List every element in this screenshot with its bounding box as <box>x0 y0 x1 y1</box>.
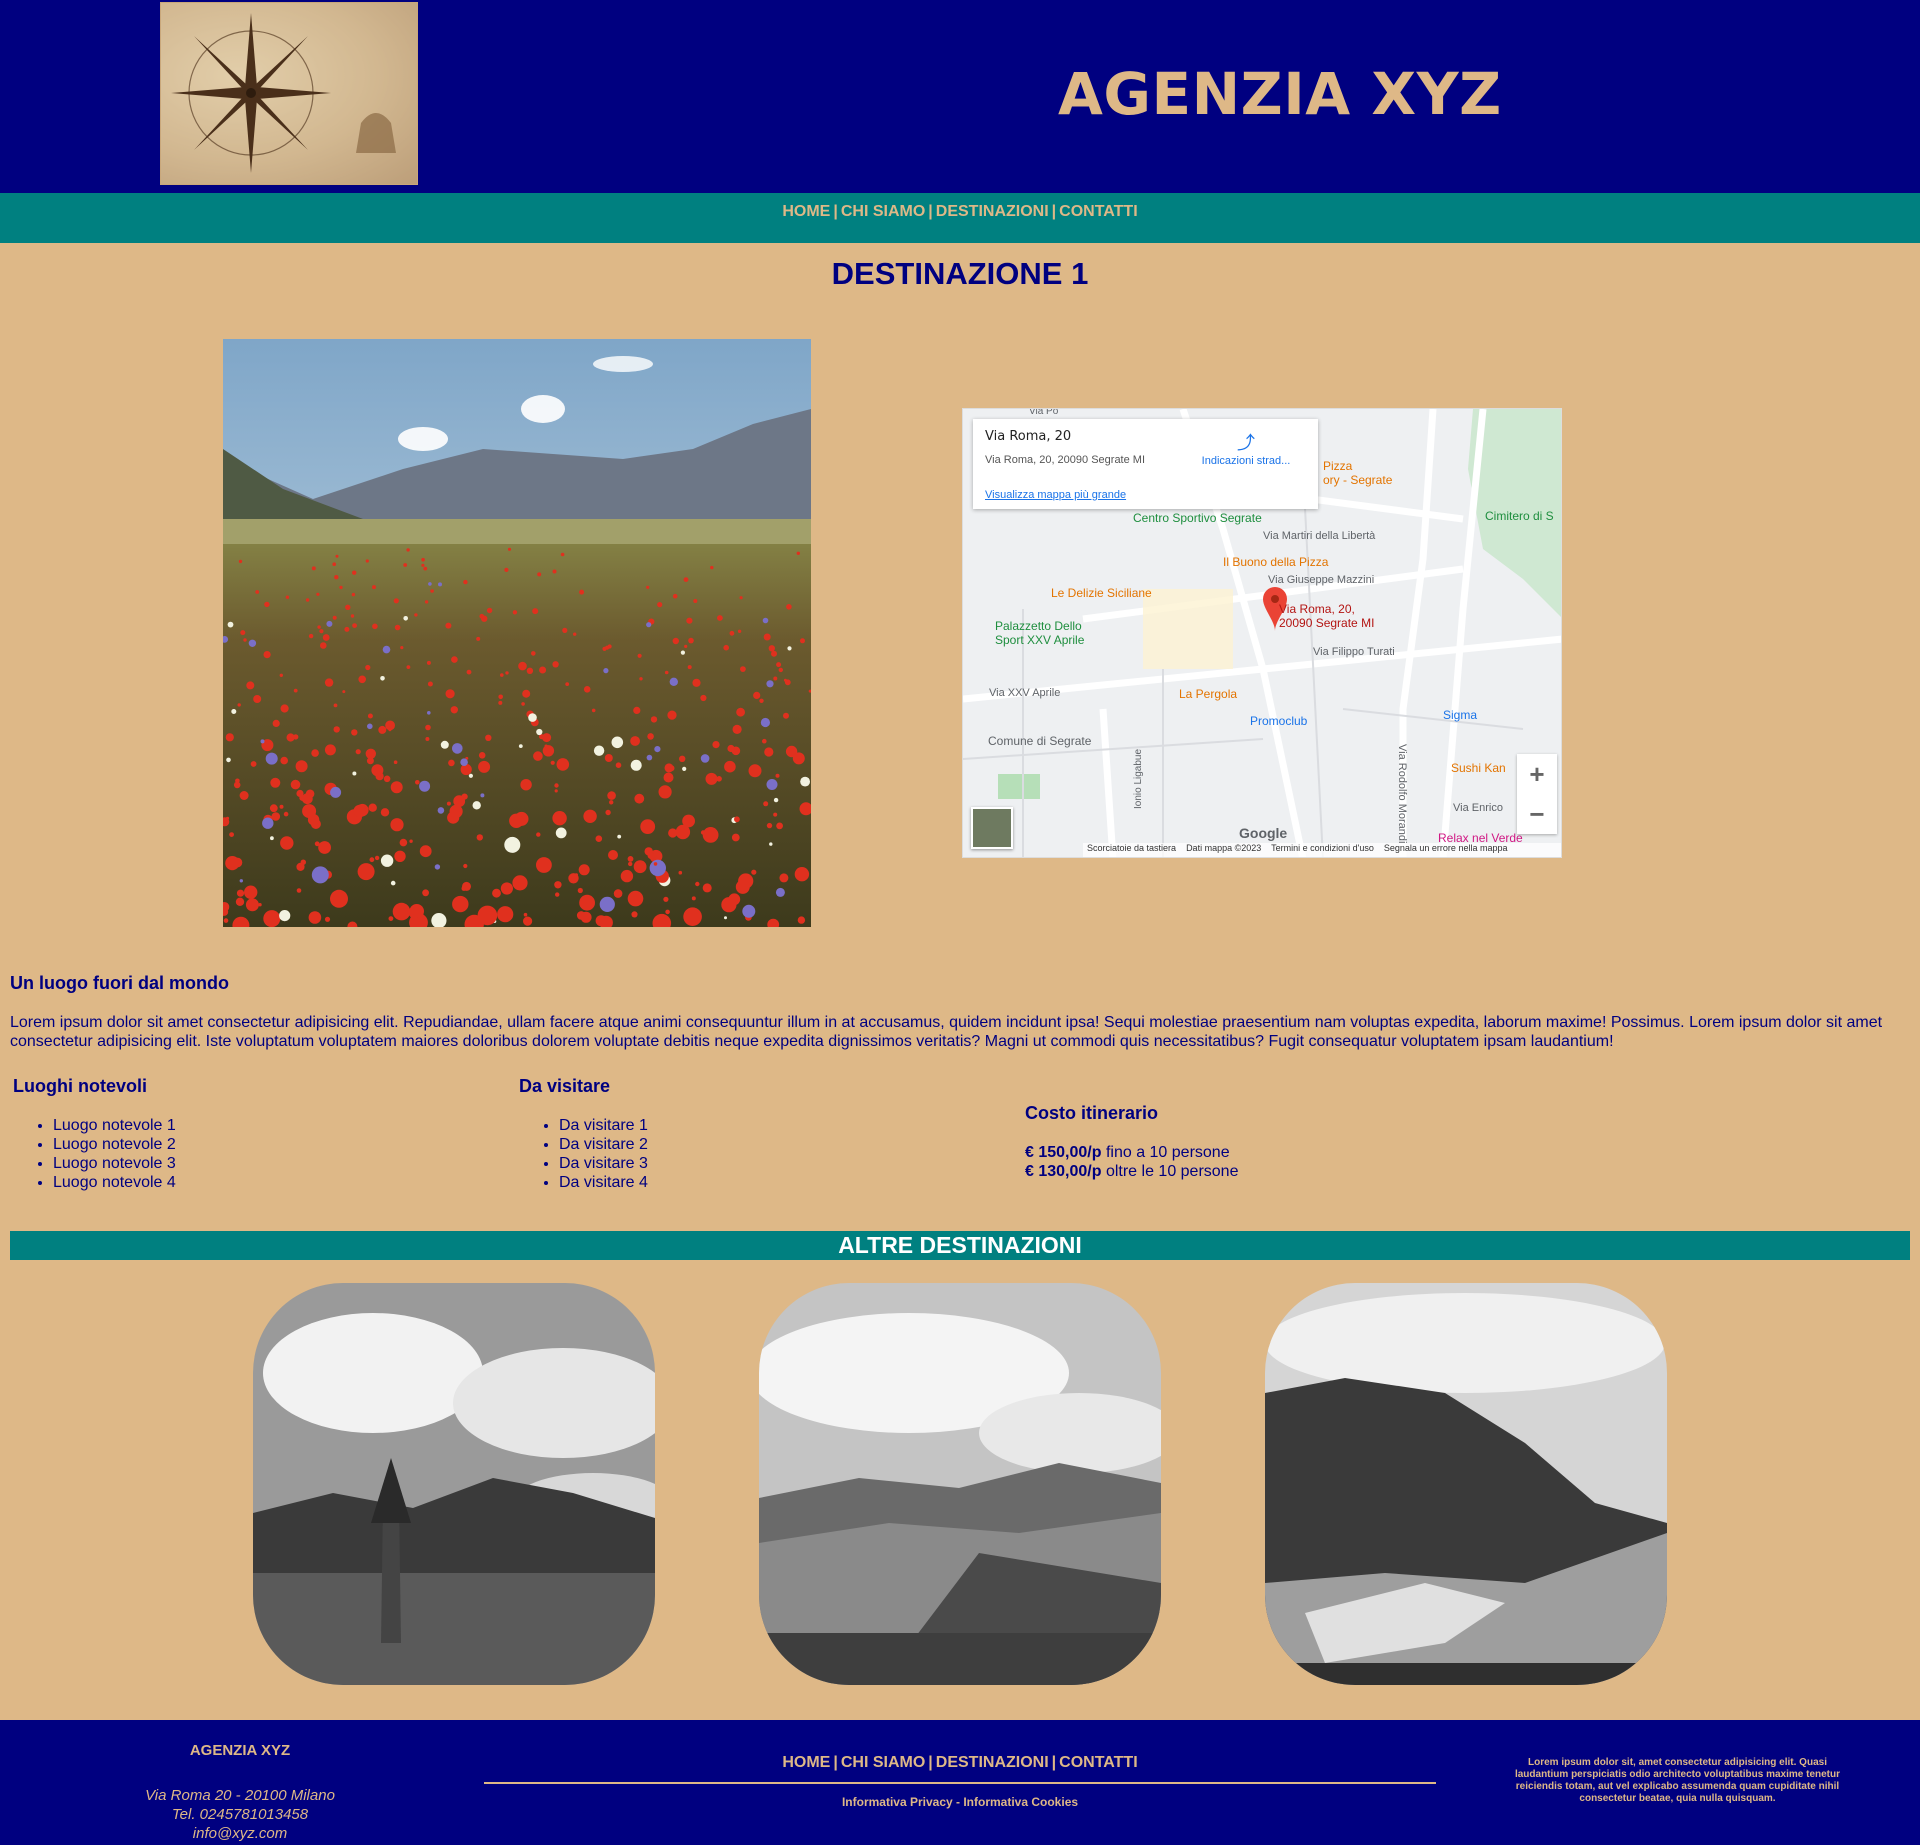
destination-photo <box>223 339 811 927</box>
nav-contatti[interactable]: CONTATTI <box>1059 203 1138 220</box>
map-label: Ionio Ligabue <box>1133 748 1144 809</box>
footer-blurb: Lorem ipsum dolor sit, amet consectetur … <box>1514 1757 1841 1804</box>
footer-email[interactable]: info@xyz.com <box>120 1824 360 1843</box>
altre-destinazioni-heading: ALTRE DESTINAZIONI <box>10 1231 1910 1260</box>
map-label: Promoclub <box>1250 714 1308 728</box>
map-label: Sigma <box>1443 708 1478 722</box>
map-label: Pizza <box>1323 459 1353 473</box>
list-item: Luogo notevole 1 <box>53 1116 176 1135</box>
site-footer: AGENZIA XYZ Via Roma 20 - 20100 Milano T… <box>0 1720 1920 1845</box>
map-label: Centro Sportivo Segrate <box>1133 511 1262 525</box>
map-label: Il Buono della Pizza <box>1223 555 1329 569</box>
map-footer-data: Dati mappa ©2023 <box>1186 843 1262 853</box>
bigger-map-link[interactable]: Visualizza mappa più grande <box>985 489 1126 501</box>
destination-thumb-1[interactable] <box>253 1283 655 1685</box>
price-1: € 150,00/p <box>1025 1144 1102 1161</box>
map-label: Via Martiri della Libertà <box>1263 530 1376 542</box>
google-logo: Google <box>1239 825 1288 841</box>
zoom-in-button[interactable]: + <box>1517 754 1557 794</box>
zoom-out-button[interactable]: − <box>1517 794 1557 834</box>
list-item: Da visitare 3 <box>559 1154 648 1173</box>
nav-home[interactable]: HOME <box>782 203 830 220</box>
costo-title: Costo itinerario <box>1025 1103 1159 1123</box>
map-zoom-controls: + − <box>1517 754 1557 834</box>
map-label: Via Enrico <box>1453 802 1503 814</box>
visitare-list: Da visitare 1 Da visitare 2 Da visitare … <box>516 1116 648 1192</box>
nav-destinazioni[interactable]: DESTINAZIONI <box>936 203 1049 220</box>
destination-thumb-3[interactable] <box>1265 1283 1667 1685</box>
cookies-link[interactable]: Informativa Cookies <box>963 1795 1078 1809</box>
directions-icon: ⤴ <box>1237 433 1255 453</box>
map-info-card: Via Roma, 20 Via Roma, 20, 20090 Segrate… <box>973 419 1318 509</box>
list-item: Luogo notevole 3 <box>53 1154 176 1173</box>
map-label: Le Delizie Siciliane <box>1051 586 1152 600</box>
map-footer-shortcuts[interactable]: Scorciatoie da tastiera <box>1087 843 1176 853</box>
directions-label: Indicazioni strad... <box>1201 455 1291 467</box>
list-item: Da visitare 2 <box>559 1135 648 1154</box>
list-item: Da visitare 4 <box>559 1173 648 1192</box>
legal-separator: - <box>952 1795 964 1809</box>
footer-phone: Tel. 0245781013458 <box>171 1806 309 1823</box>
directions-button[interactable]: ⤴ Indicazioni strad... <box>1196 429 1296 467</box>
footer-nav-contatti[interactable]: CONTATTI <box>1059 1754 1138 1771</box>
luoghi-title: Luoghi notevoli <box>13 1076 147 1096</box>
map-label: Via XXV Aprile <box>989 687 1061 699</box>
footer-nav-home[interactable]: HOME <box>782 1754 830 1771</box>
map-label: Sushi Kan <box>1451 761 1506 775</box>
map-footer: Scorciatoie da tastiera Dati mappa ©2023… <box>1083 843 1561 857</box>
map-label: Comune di Segrate <box>988 734 1092 748</box>
main-nav: HOME | CHI SIAMO | DESTINAZIONI | CONTATTI <box>0 193 1920 243</box>
visitare-title: Da visitare <box>519 1076 611 1096</box>
google-map[interactable]: Via Roma, 20, 20090 Segrate MI Centro Sp… <box>962 408 1562 858</box>
footer-nav-chi-siamo[interactable]: CHI SIAMO <box>841 1754 925 1771</box>
list-item: Da visitare 1 <box>559 1116 648 1135</box>
destination-thumb-2[interactable] <box>759 1283 1161 1685</box>
footer-nav-destinazioni[interactable]: DESTINAZIONI <box>936 1754 1049 1771</box>
map-label: Via Po <box>1029 408 1059 417</box>
map-label: Sport XXV Aprile <box>995 633 1085 647</box>
map-pin-label-2: 20090 Segrate MI <box>1279 616 1375 630</box>
list-item: Luogo notevole 2 <box>53 1135 176 1154</box>
list-item: Luogo notevole 4 <box>53 1173 176 1192</box>
content-paragraph: Lorem ipsum dolor sit amet consectetur a… <box>10 1014 1883 1050</box>
content-subtitle: Un luogo fuori dal mondo <box>10 973 229 993</box>
footer-nav: HOME | CHI SIAMO | DESTINAZIONI | CONTATTI <box>782 1754 1138 1771</box>
footer-divider <box>484 1782 1436 1784</box>
price-1-desc: fino a 10 persone <box>1101 1144 1230 1161</box>
map-label: La Pergola <box>1179 687 1238 701</box>
map-footer-report[interactable]: Segnala un errore nella mappa <box>1384 843 1508 853</box>
compass-rose-icon <box>161 3 417 184</box>
costo-details: € 150,00/p fino a 10 persone € 130,00/p … <box>1025 1143 1238 1181</box>
price-2: € 130,00/p <box>1025 1163 1102 1180</box>
map-label: Via Giuseppe Mazzini <box>1268 574 1375 586</box>
footer-contacts: Via Roma 20 - 20100 Milano Tel. 02457810… <box>120 1786 360 1843</box>
map-label: Via Rodolfo Morandi <box>1396 744 1408 844</box>
footer-legal: Informativa Privacy - Informativa Cookie… <box>484 1795 1436 1809</box>
map-footer-terms[interactable]: Termini e condizioni d'uso <box>1271 843 1374 853</box>
map-label: Via Filippo Turati <box>1313 646 1395 658</box>
map-label: ory - Segrate <box>1323 473 1393 487</box>
map-label: Cimitero di S <box>1485 509 1554 523</box>
price-2-desc: oltre le 10 persone <box>1101 1163 1239 1180</box>
satellite-toggle[interactable] <box>971 807 1013 849</box>
compass-logo[interactable] <box>160 2 418 185</box>
privacy-link[interactable]: Informativa Privacy <box>842 1795 953 1809</box>
map-pin-label-1: Via Roma, 20, <box>1279 602 1355 616</box>
luoghi-list: Luogo notevole 1 Luogo notevole 2 Luogo … <box>10 1116 176 1192</box>
site-title: AGENZIA XYZ <box>1058 60 1502 128</box>
footer-brand: AGENZIA XYZ <box>189 1742 291 1759</box>
map-label: Palazzetto Dello <box>995 619 1082 633</box>
nav-chi-siamo[interactable]: CHI SIAMO <box>841 203 925 220</box>
footer-address: Via Roma 20 - 20100 Milano <box>145 1787 335 1804</box>
page-title: DESTINAZIONE 1 <box>831 256 1089 291</box>
site-header: AGENZIA XYZ <box>0 0 1920 193</box>
